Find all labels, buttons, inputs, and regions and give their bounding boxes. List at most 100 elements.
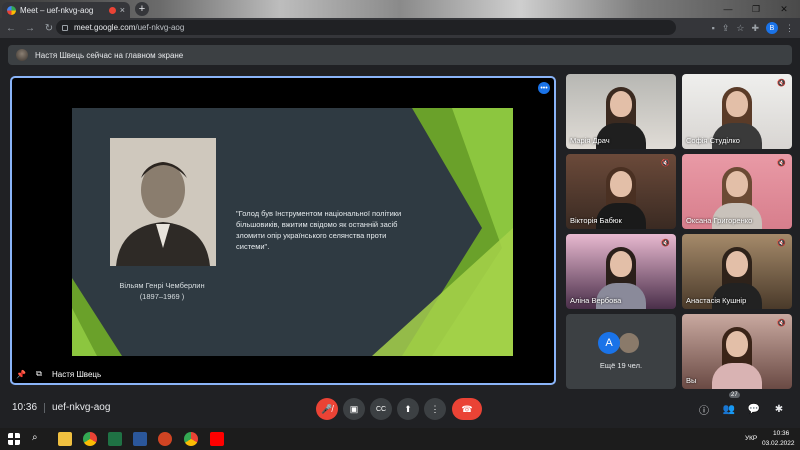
tab-title: Meet – uef-nkvg-aog <box>20 5 94 15</box>
bookmark-star-icon[interactable]: ☆ <box>736 23 744 34</box>
forward-button[interactable]: → <box>22 20 38 36</box>
browser-tab-strip: Meet – uef-nkvg-aog × + — ❐ ✕ <box>0 0 800 18</box>
meeting-code: uef-nkvg-aog <box>52 402 111 413</box>
browser-toolbar: ← → ↻ meet.google.com /uef-nkvg-aog ▪ ⇪ … <box>0 18 800 38</box>
participant-name: Вікторія Бабюк <box>570 216 622 225</box>
presenter-name: Настя Швець <box>52 369 102 379</box>
banner-text: Настя Швець сейчас на главном экране <box>35 50 184 60</box>
file-explorer-icon[interactable] <box>58 432 72 446</box>
present-icon: ⬆ <box>404 403 412 414</box>
participant-avatar: A <box>598 332 620 354</box>
recording-indicator-icon <box>108 6 116 14</box>
window-minimize-button[interactable]: — <box>714 0 742 18</box>
participant-tile[interactable]: 🔇 Софія Студілко <box>682 74 792 149</box>
browser-menu-icon[interactable]: ⋮ <box>785 23 794 34</box>
windows-taskbar: ⌕ УКР 10:36 03.02.2022 <box>0 428 800 450</box>
camera-permission-icon[interactable]: ▪ <box>712 23 715 33</box>
chrome-icon[interactable] <box>184 432 198 446</box>
participant-name: Аліна Вербова <box>570 296 622 305</box>
tab-close-button[interactable]: × <box>120 5 125 15</box>
muted-mic-icon: 🔇 <box>661 240 670 247</box>
main-stage[interactable]: Вільям Генрі Чемберлин (1897–1969 ) "Гол… <box>10 76 556 385</box>
stage-options-button[interactable]: ••• <box>538 82 550 94</box>
portrait-caption: Вільям Генрі Чемберлин (1897–1969 ) <box>112 280 212 302</box>
share-icon[interactable]: ⇪ <box>722 23 730 34</box>
address-bar[interactable]: meet.google.com /uef-nkvg-aog <box>56 20 676 35</box>
captions-button[interactable]: CC <box>370 398 392 420</box>
info-icon: ⓘ <box>699 405 709 417</box>
mic-off-icon: 🎤̸ <box>321 403 333 414</box>
profile-avatar[interactable]: B <box>766 22 778 34</box>
browser-tab-meet[interactable]: Meet – uef-nkvg-aog × <box>2 2 130 18</box>
divider <box>44 402 46 413</box>
chat-icon: 💬 <box>747 403 761 415</box>
stage-footer: 📌 ⧉ Настя Швець <box>16 369 101 379</box>
present-button[interactable]: ⬆ <box>397 398 419 420</box>
mic-toggle-button[interactable]: 🎤̸ <box>316 398 338 420</box>
screen-share-icon: ⧉ <box>36 369 42 378</box>
youtube-icon[interactable] <box>210 432 224 446</box>
participant-tile[interactable]: 🔇 Оксана Григоренко <box>682 154 792 229</box>
muted-mic-icon: 🔇 <box>777 320 786 327</box>
taskbar-time: 10:36 <box>773 430 790 437</box>
meeting-time: 10:36 <box>12 402 38 413</box>
camera-toggle-button[interactable]: ▣ <box>343 398 365 420</box>
activities-button[interactable]: ✱ <box>771 401 787 417</box>
presenting-banner: Настя Швець сейчас на главном экране <box>8 45 792 65</box>
people-icon: 👥 <box>722 403 736 415</box>
participant-name: Марія Драч <box>570 136 610 145</box>
excel-icon[interactable] <box>108 432 122 446</box>
people-count-badge: 27 <box>729 392 740 398</box>
search-icon[interactable]: ⌕ <box>32 432 46 446</box>
url-path: /uef-nkvg-aog <box>135 23 185 32</box>
chamberlin-portrait-image <box>110 138 216 266</box>
url-host: meet.google.com <box>74 23 136 32</box>
more-vert-icon: ⋮ <box>430 403 440 414</box>
more-options-button[interactable]: ⋮ <box>424 398 446 420</box>
lock-icon <box>62 24 68 31</box>
muted-mic-icon: 🔇 <box>777 160 786 167</box>
chrome-icon[interactable] <box>83 432 97 446</box>
participant-video <box>712 325 762 389</box>
toolbar-right-icons: ▪ ⇪ ☆ ✚ B ⋮ <box>712 20 794 36</box>
hangup-icon: ☎ <box>461 403 473 414</box>
window-maximize-button[interactable]: ❐ <box>742 0 770 18</box>
reload-button[interactable]: ↻ <box>41 20 57 36</box>
word-icon[interactable] <box>133 432 147 446</box>
powerpoint-icon[interactable] <box>158 432 172 446</box>
window-close-button[interactable]: ✕ <box>770 0 798 18</box>
windows-start-icon[interactable] <box>8 433 20 445</box>
participant-name: Оксана Григоренко <box>686 216 753 225</box>
muted-mic-icon: 🔇 <box>777 80 786 87</box>
caption-name: Вільям Генрі Чемберлин <box>119 281 205 290</box>
participant-avatar <box>618 332 640 354</box>
slide-quote: "Голод був Інструментом національної пол… <box>236 209 402 251</box>
more-participants-tile[interactable]: A Ещё 19 чел. <box>566 314 676 389</box>
more-participants-label: Ещё 19 чел. <box>599 361 643 370</box>
camera-icon: ▣ <box>349 403 359 414</box>
participant-name: Вы <box>686 376 697 385</box>
caption-years: (1897–1969 ) <box>139 292 185 301</box>
pin-icon[interactable]: 📌 <box>16 369 26 379</box>
participant-tile[interactable]: 🔇 Вікторія Бабюк <box>566 154 676 229</box>
presentation-slide: Вільям Генрі Чемберлин (1897–1969 ) "Гол… <box>72 108 513 356</box>
participant-tile[interactable]: 🔇 Аліна Вербова <box>566 234 676 309</box>
extensions-icon[interactable]: ✚ <box>751 23 759 34</box>
participant-tile[interactable]: Марія Драч <box>566 74 676 149</box>
back-button[interactable]: ← <box>3 20 19 36</box>
leave-call-button[interactable]: ☎ <box>452 398 482 420</box>
muted-mic-icon: 🔇 <box>777 240 786 247</box>
participant-tile[interactable]: 🔇 Анастасія Кушнір <box>682 234 792 309</box>
captions-icon: CC <box>375 405 387 413</box>
chat-button[interactable]: 💬 <box>746 401 762 417</box>
meeting-details: 10:36 uef-nkvg-aog <box>12 402 110 413</box>
new-tab-button[interactable]: + <box>135 2 149 16</box>
presenter-avatar <box>16 49 28 61</box>
taskbar-date: 03.02.2022 <box>762 440 795 447</box>
meeting-info-button[interactable]: ⓘ <box>696 401 712 417</box>
keyboard-language[interactable]: УКР <box>745 435 757 442</box>
people-button[interactable]: 👥 <box>721 401 737 417</box>
meet-favicon-icon <box>7 5 16 15</box>
self-tile[interactable]: 🔇 Вы <box>682 314 792 389</box>
participant-name: Анастасія Кушнір <box>686 296 747 305</box>
